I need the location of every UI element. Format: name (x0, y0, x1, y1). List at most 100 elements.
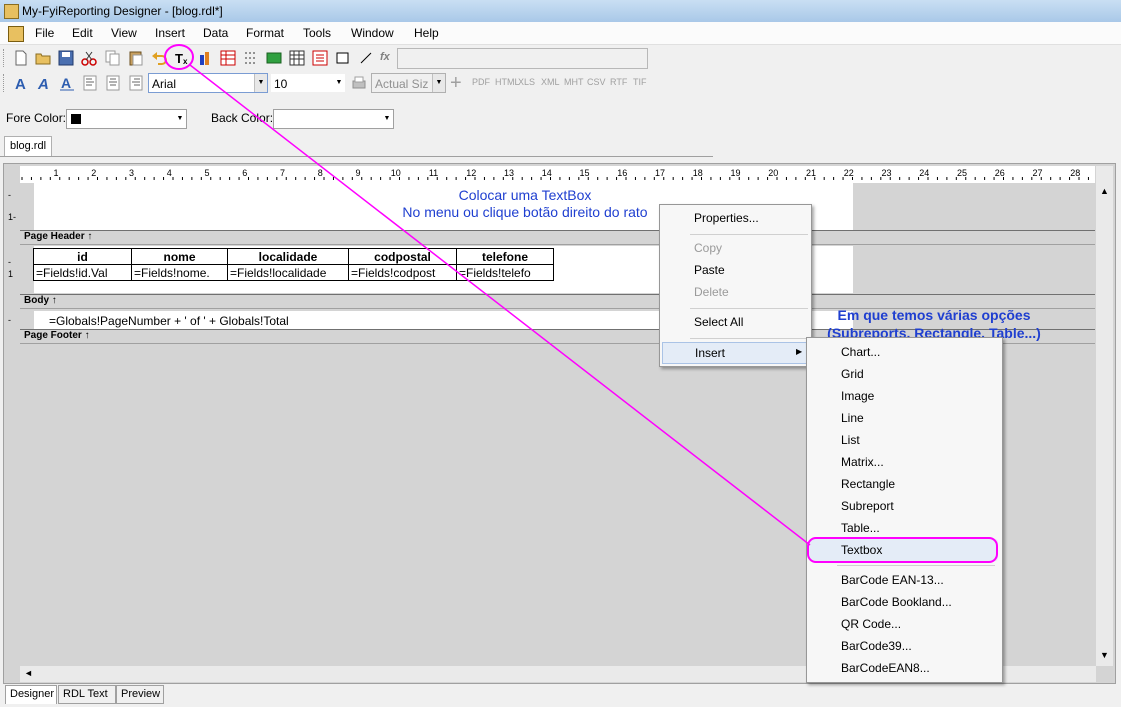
menu-data[interactable]: Data (203, 26, 228, 40)
export-rtf-button[interactable]: RTF (610, 77, 627, 87)
scroll-left-icon[interactable]: ◄ (24, 668, 33, 678)
grid-icon[interactable] (288, 49, 306, 67)
toolbar-grip[interactable] (3, 49, 7, 67)
font-size-select[interactable]: 10 ▼ (270, 73, 346, 93)
menu-window[interactable]: Window (351, 26, 394, 40)
tab-preview[interactable]: Preview (116, 685, 164, 704)
zoom-select[interactable]: Actual Siz ▼ (371, 73, 446, 93)
insert-item-list[interactable]: List (841, 433, 860, 447)
expression-box[interactable] (397, 48, 648, 69)
chevron-down-icon[interactable]: ▼ (333, 74, 345, 92)
open-icon[interactable] (34, 49, 52, 67)
toolbar-grip[interactable] (3, 74, 7, 92)
menu-item-delete[interactable]: Delete (694, 285, 729, 299)
chart-icon[interactable] (197, 49, 215, 67)
insert-item-chart[interactable]: Chart... (841, 345, 880, 359)
export-tif-button[interactable]: TIF (633, 77, 647, 87)
vertical-scrollbar[interactable]: ▲ ▼ (1096, 166, 1113, 666)
matrix-icon[interactable] (242, 49, 260, 67)
menu-item-insert[interactable]: Insert ▶ (662, 342, 809, 364)
page-header-band[interactable]: Page Header ↑ (20, 230, 1095, 245)
underline-icon[interactable]: A (58, 74, 76, 92)
line-icon[interactable] (357, 49, 375, 67)
align-right-icon[interactable] (127, 74, 145, 92)
menu-item-copy[interactable]: Copy (694, 241, 722, 255)
menu-file[interactable]: File (35, 26, 54, 40)
document-icon[interactable] (8, 26, 24, 42)
table-header-cell[interactable]: id (33, 248, 132, 265)
table-field-cell[interactable]: =Fields!codpost (348, 264, 457, 281)
fore-color-select[interactable]: ▼ (66, 109, 187, 129)
align-center-icon[interactable] (104, 74, 122, 92)
table-field-cell[interactable]: =Fields!id.Val (33, 264, 132, 281)
chevron-down-icon[interactable]: ▼ (381, 110, 393, 128)
insert-item-rectangle[interactable]: Rectangle (841, 477, 895, 491)
font-name-select[interactable]: Arial ▼ (148, 73, 268, 93)
band-label: Body ↑ (24, 295, 57, 306)
italic-icon[interactable]: A (35, 74, 53, 93)
report-table[interactable]: id nome localidade codpostal telefone =F… (33, 248, 554, 281)
undo-icon[interactable] (150, 49, 168, 67)
tab-blog-rdl[interactable]: blog.rdl (4, 136, 52, 157)
bold-icon[interactable]: A (12, 74, 30, 93)
chevron-down-icon[interactable]: ▼ (432, 74, 445, 92)
new-icon[interactable] (12, 49, 30, 67)
insert-item-barcode-bookland[interactable]: BarCode Bookland... (841, 595, 952, 609)
list-icon[interactable] (311, 49, 329, 67)
menu-item-paste[interactable]: Paste (694, 263, 725, 277)
table-field-cell[interactable]: =Fields!telefo (456, 264, 554, 281)
menu-item-properties[interactable]: Properties... (694, 211, 759, 225)
cut-icon[interactable] (80, 49, 98, 67)
paste-icon[interactable] (127, 49, 145, 67)
header-textbox[interactable]: Colocar uma TextBox No menu ou clique bo… (360, 187, 690, 221)
insert-item-barcode-ean13[interactable]: BarCode EAN-13... (841, 573, 944, 587)
table-icon[interactable] (219, 49, 237, 67)
menu-help[interactable]: Help (414, 26, 439, 40)
align-left-icon[interactable] (81, 74, 99, 92)
vruler-mark: - (8, 257, 11, 267)
chevron-down-icon[interactable]: ▼ (174, 110, 186, 128)
menu-tools[interactable]: Tools (303, 26, 331, 40)
table-header-cell[interactable]: telefone (456, 248, 554, 265)
export-pdf-button[interactable]: PDF (472, 77, 490, 87)
table-header-cell[interactable]: localidade (227, 248, 349, 265)
insert-item-image[interactable]: Image (841, 389, 874, 403)
image-icon[interactable] (265, 49, 283, 67)
insert-item-table[interactable]: Table... (841, 521, 880, 535)
print-icon[interactable] (350, 74, 368, 92)
tab-rdl-text[interactable]: RDL Text (58, 685, 116, 704)
export-mht-button[interactable]: MHT (564, 77, 584, 87)
export-xls-button[interactable]: XLS (518, 77, 535, 87)
table-field-cell[interactable]: =Fields!localidade (227, 264, 349, 281)
save-icon[interactable] (57, 49, 75, 67)
insert-item-grid[interactable]: Grid (841, 367, 864, 381)
insert-item-subreport[interactable]: Subreport (841, 499, 894, 513)
chevron-down-icon[interactable]: ▼ (254, 74, 267, 92)
copy-icon[interactable] (104, 49, 122, 67)
insert-item-matrix[interactable]: Matrix... (841, 455, 884, 469)
table-header-cell[interactable]: nome (131, 248, 228, 265)
menu-view[interactable]: View (111, 26, 137, 40)
menu-insert[interactable]: Insert (155, 26, 185, 40)
table-field-cell[interactable]: =Fields!nome. (131, 264, 228, 281)
scroll-down-icon[interactable]: ▼ (1100, 650, 1109, 660)
back-color-select[interactable]: ▼ (273, 109, 394, 129)
scroll-up-icon[interactable]: ▲ (1100, 186, 1109, 196)
tab-designer[interactable]: Designer (5, 685, 57, 704)
textbox-icon[interactable]: Tx (173, 49, 191, 67)
menu-edit[interactable]: Edit (72, 26, 93, 40)
insert-item-textbox[interactable]: Textbox (809, 539, 998, 561)
insert-item-line[interactable]: Line (841, 411, 864, 425)
insert-item-barcode39[interactable]: BarCode39... (841, 639, 912, 653)
plus-icon[interactable]: + (450, 72, 462, 95)
menu-format[interactable]: Format (246, 26, 284, 40)
table-header-cell[interactable]: codpostal (348, 248, 457, 265)
footer-expression-textbox[interactable]: =Globals!PageNumber + ' of ' + Globals!T… (49, 314, 289, 328)
export-csv-button[interactable]: CSV (587, 77, 606, 87)
insert-item-barcode-ean8[interactable]: BarCodeEAN8... (841, 661, 930, 675)
rectangle-icon[interactable] (334, 49, 352, 67)
export-html-button[interactable]: HTML (495, 77, 520, 87)
menu-item-select-all[interactable]: Select All (694, 315, 743, 329)
export-xml-button[interactable]: XML (541, 77, 560, 87)
insert-item-qr-code[interactable]: QR Code... (841, 617, 901, 631)
